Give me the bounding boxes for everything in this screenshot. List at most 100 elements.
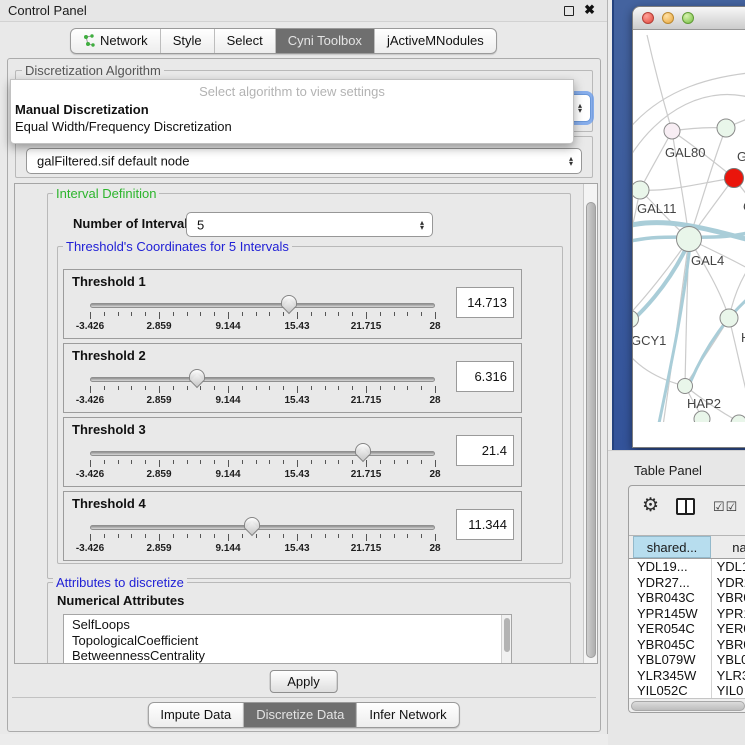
thresholds-group-title: Threshold's Coordinates for 5 Intervals	[63, 239, 292, 254]
close-traffic-light-icon[interactable]	[642, 12, 654, 24]
control-panel-title: Control Panel	[8, 3, 87, 18]
node-hap2[interactable]	[678, 379, 693, 394]
table-row[interactable]: YBR045CYBR0	[629, 637, 745, 653]
threshold-4-slider-track[interactable]	[90, 525, 435, 530]
tick-label: 21.715	[351, 395, 382, 406]
tab-discretize-data[interactable]: Discretize Data	[244, 703, 357, 727]
table-row[interactable]: YER054CYER0	[629, 621, 745, 637]
tick-label: 15.43	[284, 469, 309, 480]
tab-impute-data[interactable]: Impute Data	[148, 703, 244, 727]
table-horizontal-scrollbar[interactable]	[629, 698, 745, 712]
node[interactable]	[720, 309, 738, 327]
network-nodes	[633, 119, 745, 422]
network-desktop: GAL80 GA GAL11 C GAL4 GCY1 H HAP2	[612, 0, 745, 450]
tick-label: 28	[429, 395, 440, 406]
threshold-3-slider-track[interactable]	[90, 451, 435, 456]
list-item[interactable]: SelfLoops	[64, 617, 511, 633]
settings-scrollpane: Interval Definition Number of Intervals …	[14, 183, 598, 664]
column-layout-icon[interactable]	[676, 498, 695, 515]
threshold-2-panel: Threshold 2 -3.426 2.859 9.144 15.43 21.…	[63, 343, 522, 413]
column-header-shared-name[interactable]: shared...	[633, 536, 711, 558]
tick-label: 21.715	[351, 543, 382, 554]
node[interactable]	[731, 415, 745, 422]
tick-label: 15.43	[284, 395, 309, 406]
dropdown-prompt: Select algorithm to view settings	[11, 80, 573, 101]
threshold-4-panel: Threshold 4 -3.426 2.859 9.144 15.43 21.…	[63, 491, 522, 561]
tick-label: 28	[429, 469, 440, 480]
threshold-2-slider-track[interactable]	[90, 377, 435, 382]
tick-label: 2.859	[146, 543, 171, 554]
svg-text:GAL80: GAL80	[665, 145, 705, 160]
tick-label: 9.144	[215, 543, 240, 554]
table-row[interactable]: YIL052CYIL0	[629, 683, 745, 698]
node[interactable]	[694, 411, 710, 422]
minimize-traffic-light-icon[interactable]	[662, 12, 674, 24]
table-row[interactable]: YDR27...YDR2	[629, 575, 745, 591]
window-float-icon[interactable]	[564, 6, 574, 16]
algorithm-dropdown-popup: Select algorithm to view settings Manual…	[10, 79, 574, 144]
threshold-3-value-field[interactable]	[456, 435, 514, 466]
tick-label: 28	[429, 321, 440, 332]
column-header-name[interactable]: na	[711, 536, 745, 558]
node-selected-red[interactable]	[725, 169, 744, 188]
table-panel: Table Panel ⚙ ☑☑ shared... na YDL19...YD…	[608, 450, 745, 745]
apply-button[interactable]: Apply	[269, 670, 338, 693]
control-panel-titlebar: Control Panel ✖	[0, 0, 607, 22]
table-row[interactable]: YPR145WYPR1	[629, 606, 745, 622]
svg-text:GAL4: GAL4	[691, 253, 724, 268]
slider-ticks	[90, 460, 435, 468]
node-gal80[interactable]	[664, 123, 680, 139]
list-scrollbar[interactable]	[501, 615, 511, 664]
table-data-combobox[interactable]: galFiltered.sif default node ▴▾	[26, 148, 582, 174]
svg-text:GA: GA	[737, 149, 745, 164]
network-window-titlebar	[633, 7, 745, 30]
combo-stepper-icon: ▴▾	[420, 220, 424, 230]
panel-divider	[12, 697, 596, 698]
table-row[interactable]: YBL079WYBL0	[629, 652, 745, 668]
scrollbar-thumb[interactable]	[586, 202, 596, 658]
tab-cyni-toolbox[interactable]: Cyni Toolbox	[276, 29, 375, 53]
threshold-4-value-field[interactable]	[456, 509, 514, 540]
list-item[interactable]: TopologicalCoefficient	[64, 633, 511, 649]
dropdown-option-equal-width[interactable]: Equal Width/Frequency Discretization	[11, 118, 573, 135]
num-intervals-combobox[interactable]: 5 ▴▾	[186, 212, 433, 237]
dropdown-option-manual[interactable]: Manual Discretization	[11, 101, 573, 118]
table-row[interactable]: YBR043CYBR0	[629, 590, 745, 606]
slider-ticks	[90, 386, 435, 394]
threshold-1-slider-track[interactable]	[90, 303, 435, 308]
settings-vertical-scrollbar[interactable]	[583, 184, 597, 663]
threshold-4-slider-thumb[interactable]	[244, 517, 260, 530]
svg-text:HAP2: HAP2	[687, 396, 721, 411]
select-columns-icon[interactable]: ☑☑	[713, 499, 738, 515]
gear-icon[interactable]: ⚙	[642, 494, 659, 517]
tab-network-label: Network	[100, 33, 148, 48]
threshold-2-slider-thumb[interactable]	[189, 369, 205, 382]
threshold-3-panel: Threshold 3 -3.426 2.859 9.144 15.43 21.…	[63, 417, 522, 487]
tick-label: 15.43	[284, 543, 309, 554]
scrollbar-thumb[interactable]	[631, 701, 745, 711]
tick-label: 9.144	[215, 469, 240, 480]
threshold-2-value-field[interactable]	[456, 361, 514, 392]
tab-jactivemnodules[interactable]: jActiveMNodules	[375, 29, 496, 53]
tab-network[interactable]: Network	[71, 29, 161, 53]
window-close-icon[interactable]: ✖	[584, 2, 595, 18]
threshold-3-slider-thumb[interactable]	[355, 443, 371, 456]
table-panel-title: Table Panel	[634, 463, 702, 478]
table-row[interactable]: YLR345WYLR3	[629, 668, 745, 684]
slider-ticks	[90, 534, 435, 542]
zoom-traffic-light-icon[interactable]	[682, 12, 694, 24]
node-gal4[interactable]	[677, 227, 702, 252]
tab-select[interactable]: Select	[215, 29, 276, 53]
tab-infer-network[interactable]: Infer Network	[357, 703, 458, 727]
list-item[interactable]: BetweennessCentrality	[64, 648, 511, 664]
node[interactable]	[717, 119, 735, 137]
svg-text:H: H	[741, 330, 745, 345]
threshold-1-value-field[interactable]	[456, 287, 514, 318]
node-gal11[interactable]	[633, 181, 649, 199]
combo-stepper-icon: ▴▾	[578, 103, 582, 113]
tick-label: 9.144	[215, 395, 240, 406]
threshold-1-slider-thumb[interactable]	[281, 295, 297, 308]
tab-style[interactable]: Style	[161, 29, 215, 53]
network-canvas[interactable]: GAL80 GA GAL11 C GAL4 GCY1 H HAP2	[633, 30, 745, 422]
table-row[interactable]: YDL19...YDL1	[629, 559, 745, 575]
